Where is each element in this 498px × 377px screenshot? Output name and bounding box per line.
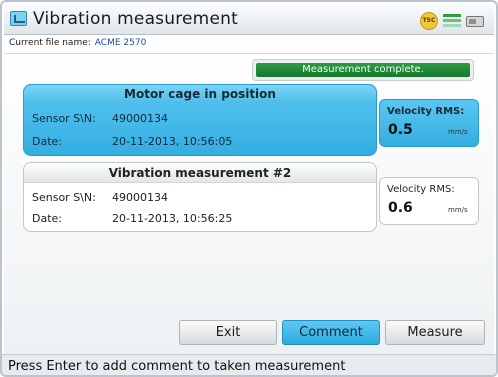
tsc-badge-icon: TSC: [420, 12, 438, 30]
velocity-box-2[interactable]: Velocity RMS: 0.6 mm/s: [379, 177, 479, 225]
app-window: Vibration measurement TSC Current file n…: [0, 0, 498, 377]
window-title: Vibration measurement: [33, 9, 238, 29]
main-panel: Measurement complete. Motor cage in posi…: [4, 54, 494, 354]
message-frame: Measurement complete.: [252, 59, 474, 81]
file-name-label: Current file name:: [9, 38, 91, 48]
measurement-card-2[interactable]: Vibration measurement #2 Sensor S\N: 4900…: [23, 162, 377, 232]
measurement-title: Vibration measurement #2: [24, 163, 376, 183]
title-bar: Vibration measurement TSC: [4, 4, 494, 35]
velocity-label: Velocity RMS:: [387, 184, 455, 195]
date-label: Date:: [32, 135, 62, 148]
date-value: 20-11-2013, 10:56:05: [112, 135, 233, 148]
status-indicators: TSC: [420, 12, 484, 30]
exit-button[interactable]: Exit: [179, 320, 277, 345]
sensor-value: 49000134: [112, 191, 168, 204]
signal-icon: [443, 14, 461, 28]
date-value: 20-11-2013, 10:56:25: [112, 212, 233, 225]
file-name-line: Current file name: ACME 2570: [9, 38, 146, 48]
battery-icon: [466, 15, 484, 27]
velocity-label: Velocity RMS:: [387, 106, 465, 117]
vibration-app-icon: [10, 11, 27, 26]
measure-button[interactable]: Measure: [385, 320, 485, 345]
measurement-title: Motor cage in position: [24, 85, 376, 103]
date-label: Date:: [32, 212, 62, 225]
status-bar-text: Press Enter to add comment to taken meas…: [8, 359, 346, 374]
file-name-value: ACME 2570: [94, 38, 147, 48]
comment-button[interactable]: Comment: [282, 320, 380, 345]
sensor-label: Sensor S\N:: [32, 191, 96, 204]
sensor-value: 49000134: [112, 112, 168, 125]
status-message: Measurement complete.: [256, 63, 470, 77]
sensor-row: Sensor S\N: 49000134: [32, 191, 168, 204]
velocity-value: 0.6: [388, 200, 413, 216]
velocity-unit: mm/s: [448, 128, 468, 136]
sensor-label: Sensor S\N:: [32, 112, 96, 125]
velocity-value: 0.5: [388, 122, 413, 138]
date-row: Date: 20-11-2013, 10:56:25: [32, 212, 232, 225]
sensor-row: Sensor S\N: 49000134: [32, 112, 168, 125]
date-row: Date: 20-11-2013, 10:56:05: [32, 135, 232, 148]
velocity-unit: mm/s: [448, 206, 468, 214]
velocity-box-1[interactable]: Velocity RMS: 0.5 mm/s: [379, 99, 479, 147]
status-bar: Press Enter to add comment to taken meas…: [2, 354, 496, 375]
measurement-card-1[interactable]: Motor cage in position Sensor S\N: 490001…: [23, 84, 377, 156]
